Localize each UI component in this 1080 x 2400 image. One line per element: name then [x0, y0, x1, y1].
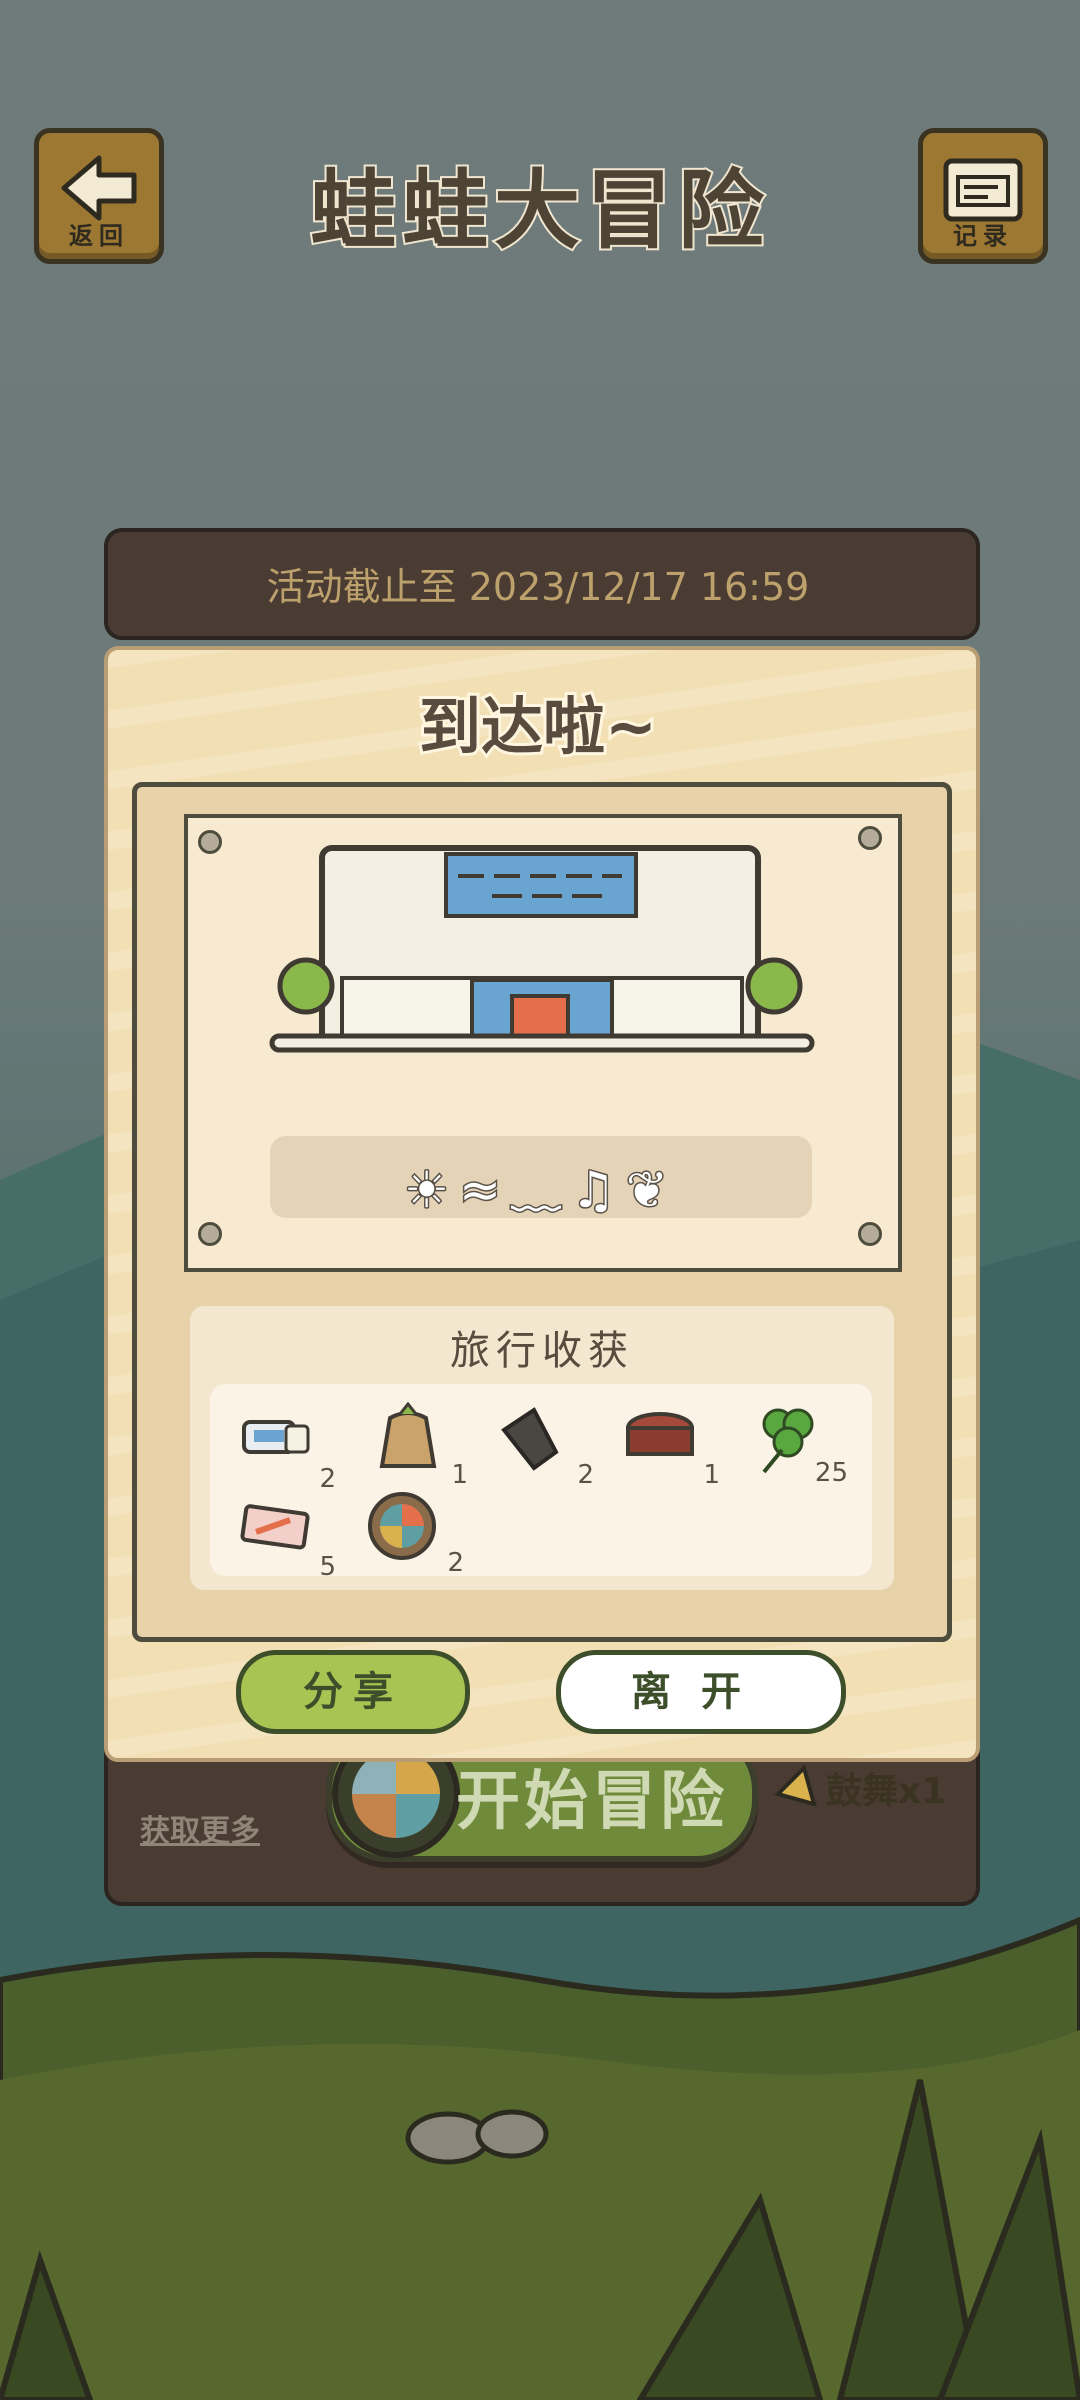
event-deadline: 活动截止至 2023/12/17 16:59 — [266, 565, 810, 609]
item-count: 25 — [814, 1458, 848, 1488]
loot-title: 旅行收获 — [450, 1328, 634, 1374]
pin-icon — [858, 1222, 882, 1246]
loot-item[interactable]: 5 — [236, 1492, 336, 1582]
item-count: 2 — [577, 1460, 594, 1490]
record-label: 记录 — [953, 222, 1013, 250]
item-count: 2 — [319, 1464, 336, 1494]
item-count: 1 — [703, 1460, 720, 1490]
game-screen: 返回 蛙蛙大冒险 记录 活动截止至 2023/12/17 16:59 获取更多 … — [0, 0, 1080, 2400]
item-count: 1 — [451, 1460, 468, 1490]
loot-item[interactable]: 1 — [620, 1400, 720, 1490]
pin-icon — [198, 830, 222, 854]
building-illustration — [269, 845, 815, 1053]
wood-log-icon — [626, 1412, 694, 1456]
compass-wheel-icon — [368, 1492, 436, 1560]
back-label: 返回 — [69, 222, 129, 250]
poem-glyphs: ☀≈﹏♫❦ — [403, 1160, 678, 1221]
item-count: 2 — [447, 1548, 464, 1578]
loot-item[interactable]: 2 — [236, 1404, 336, 1494]
page-title: 蛙蛙大冒险 — [308, 159, 770, 263]
pin-icon — [198, 1222, 222, 1246]
seed-bag-icon — [379, 1401, 437, 1468]
cheer-count: 鼓舞x1 — [826, 1771, 947, 1812]
get-more-link[interactable]: 获取更多 — [140, 1806, 260, 1850]
item-count: 5 — [319, 1552, 336, 1582]
back-button[interactable]: 返回 — [34, 128, 164, 264]
ticket-icon — [242, 1420, 310, 1454]
charcoal-icon — [501, 1407, 559, 1471]
loot-item[interactable]: 2 — [364, 1488, 464, 1578]
start-adventure-label: 开始冒险 — [456, 1765, 728, 1839]
megaphone-icon — [774, 1764, 817, 1807]
leave-button[interactable]: 离开 — [556, 1650, 846, 1734]
loot-item[interactable]: 2 — [494, 1400, 594, 1490]
pin-icon — [858, 826, 882, 850]
arrival-title: 到达啦~ — [416, 687, 660, 766]
postcard-icon — [240, 1504, 310, 1550]
loot-item[interactable]: 1 — [368, 1400, 468, 1490]
record-button[interactable]: 记录 — [918, 128, 1048, 264]
share-button[interactable]: 分享 — [236, 1650, 470, 1734]
loot-item[interactable]: 25 — [748, 1398, 848, 1488]
